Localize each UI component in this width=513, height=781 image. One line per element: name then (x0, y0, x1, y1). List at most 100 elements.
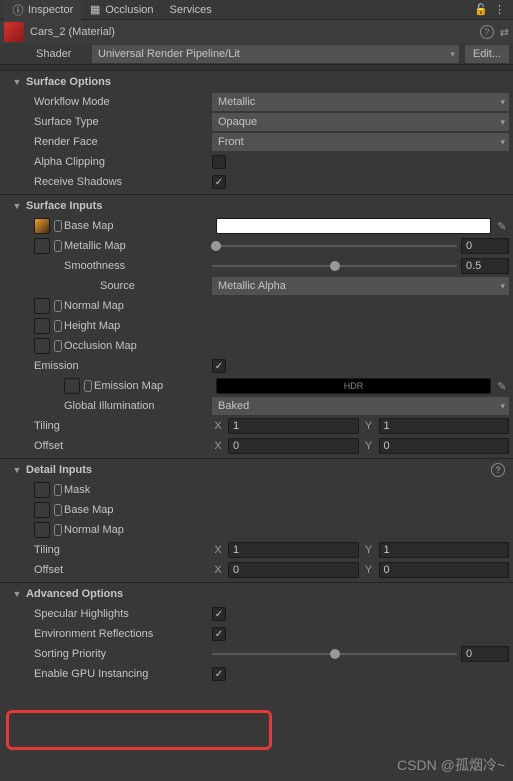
detail-offset-x-input[interactable]: 0 (228, 562, 359, 578)
preset-icon[interactable]: ⇄ (500, 26, 509, 39)
link-icon (54, 340, 62, 352)
metallic-map-texture-slot[interactable] (34, 238, 50, 254)
base-map-label: Base Map (64, 220, 216, 232)
x-label: X (212, 564, 224, 576)
receive-shadows-label: Receive Shadows (34, 176, 212, 188)
detail-tiling-x-input[interactable]: 1 (228, 542, 359, 558)
lock-icon[interactable]: 🔓 (474, 3, 488, 16)
normal-map-label: Normal Map (64, 300, 242, 312)
help-icon[interactable]: ? (480, 25, 494, 39)
edit-button[interactable]: Edit... (465, 45, 509, 63)
shader-dropdown[interactable]: Universal Render Pipeline/Lit (92, 45, 459, 63)
height-map-texture-slot[interactable] (34, 318, 50, 334)
tab-label: Services (170, 4, 212, 16)
emission-checkbox[interactable] (212, 359, 226, 373)
section-title: Surface Inputs (26, 200, 102, 212)
section-detail-inputs[interactable]: ▼ Detail Inputs ? (0, 458, 513, 480)
dock-controls: 🔓 ⋮ (474, 3, 509, 16)
workflow-mode-label: Workflow Mode (34, 96, 212, 108)
render-face-label: Render Face (34, 136, 212, 148)
emission-color[interactable]: HDR (216, 378, 491, 394)
section-surface-inputs[interactable]: ▼ Surface Inputs (0, 194, 513, 216)
link-icon (84, 380, 92, 392)
y-label: Y (363, 420, 375, 432)
environment-reflections-checkbox[interactable] (212, 627, 226, 641)
alpha-clipping-checkbox[interactable] (212, 155, 226, 169)
info-icon: ⓘ (12, 4, 24, 16)
offset-y-input[interactable]: 0 (379, 438, 510, 454)
detail-base-map-label: Base Map (64, 504, 242, 516)
shader-label: Shader (36, 48, 86, 60)
x-label: X (212, 440, 224, 452)
link-icon (54, 504, 62, 516)
link-icon (54, 524, 62, 536)
top-tab-bar: ⓘ Inspector ▦ Occlusion Services 🔓 ⋮ (0, 0, 513, 20)
section-title: Advanced Options (26, 588, 123, 600)
watermark: CSDN @孤烟冷~ (397, 755, 505, 775)
material-title: Cars_2 (Material) (30, 26, 480, 38)
detail-tiling-y-input[interactable]: 1 (379, 542, 510, 558)
x-label: X (212, 544, 224, 556)
tab-label: Occlusion (105, 4, 153, 16)
receive-shadows-checkbox[interactable] (212, 175, 226, 189)
occlusion-map-texture-slot[interactable] (34, 338, 50, 354)
enable-gpu-instancing-checkbox[interactable] (212, 667, 226, 681)
detail-normal-map-texture-slot[interactable] (34, 522, 50, 538)
y-label: Y (363, 544, 375, 556)
base-map-color[interactable] (216, 218, 491, 234)
mask-texture-slot[interactable] (34, 482, 50, 498)
tiling-label: Tiling (34, 420, 212, 432)
smoothness-value[interactable]: 0.5 (461, 258, 509, 274)
metallic-value[interactable]: 0 (461, 238, 509, 254)
source-dropdown[interactable]: Metallic Alpha (212, 277, 509, 295)
specular-highlights-checkbox[interactable] (212, 607, 226, 621)
emission-map-texture-slot[interactable] (64, 378, 80, 394)
tiling-y-input[interactable]: 1 (379, 418, 510, 434)
section-surface-options[interactable]: ▼ Surface Options (0, 70, 513, 92)
link-icon (54, 320, 62, 332)
help-icon[interactable]: ? (491, 463, 505, 477)
base-map-texture-slot[interactable] (34, 218, 50, 234)
x-label: X (212, 420, 224, 432)
environment-reflections-label: Environment Reflections (34, 628, 212, 640)
alpha-clipping-label: Alpha Clipping (34, 156, 212, 168)
normal-map-texture-slot[interactable] (34, 298, 50, 314)
eyedropper-icon[interactable]: ✎ (495, 219, 509, 233)
eyedropper-icon[interactable]: ✎ (495, 379, 509, 393)
tab-occlusion[interactable]: ▦ Occlusion (81, 0, 161, 20)
offset-x-input[interactable]: 0 (228, 438, 359, 454)
detail-offset-y-input[interactable]: 0 (379, 562, 510, 578)
section-title: Detail Inputs (26, 464, 92, 476)
detail-tiling-label: Tiling (34, 544, 212, 556)
tab-label: Inspector (28, 4, 73, 16)
global-illumination-dropdown[interactable]: Baked (212, 397, 509, 415)
specular-highlights-label: Specular Highlights (34, 608, 212, 620)
metallic-slider[interactable] (216, 245, 457, 247)
highlight-annotation (6, 710, 272, 750)
sorting-priority-slider[interactable] (212, 653, 457, 655)
workflow-mode-dropdown[interactable]: Metallic (212, 93, 509, 111)
foldout-icon: ▼ (12, 465, 22, 475)
sorting-priority-value[interactable]: 0 (461, 646, 509, 662)
smoothness-slider[interactable] (212, 265, 457, 267)
occlusion-map-label: Occlusion Map (64, 340, 242, 352)
tab-inspector[interactable]: ⓘ Inspector (4, 0, 81, 20)
tiling-x-input[interactable]: 1 (228, 418, 359, 434)
surface-type-dropdown[interactable]: Opaque (212, 113, 509, 131)
material-preview-icon[interactable] (4, 22, 24, 42)
foldout-icon: ▼ (12, 589, 22, 599)
link-icon (54, 220, 62, 232)
menu-icon[interactable]: ⋮ (494, 3, 505, 16)
section-advanced-options[interactable]: ▼ Advanced Options (0, 582, 513, 604)
surface-type-label: Surface Type (34, 116, 212, 128)
global-illumination-label: Global Illumination (64, 400, 212, 412)
detail-base-map-texture-slot[interactable] (34, 502, 50, 518)
detail-normal-map-label: Normal Map (64, 524, 242, 536)
source-label: Source (100, 280, 212, 292)
emission-label: Emission (34, 360, 212, 372)
metallic-map-label: Metallic Map (64, 240, 216, 252)
shader-row: Shader Universal Render Pipeline/Lit Edi… (0, 44, 513, 64)
tab-services[interactable]: Services (162, 0, 220, 20)
smoothness-label: Smoothness (64, 260, 212, 272)
render-face-dropdown[interactable]: Front (212, 133, 509, 151)
